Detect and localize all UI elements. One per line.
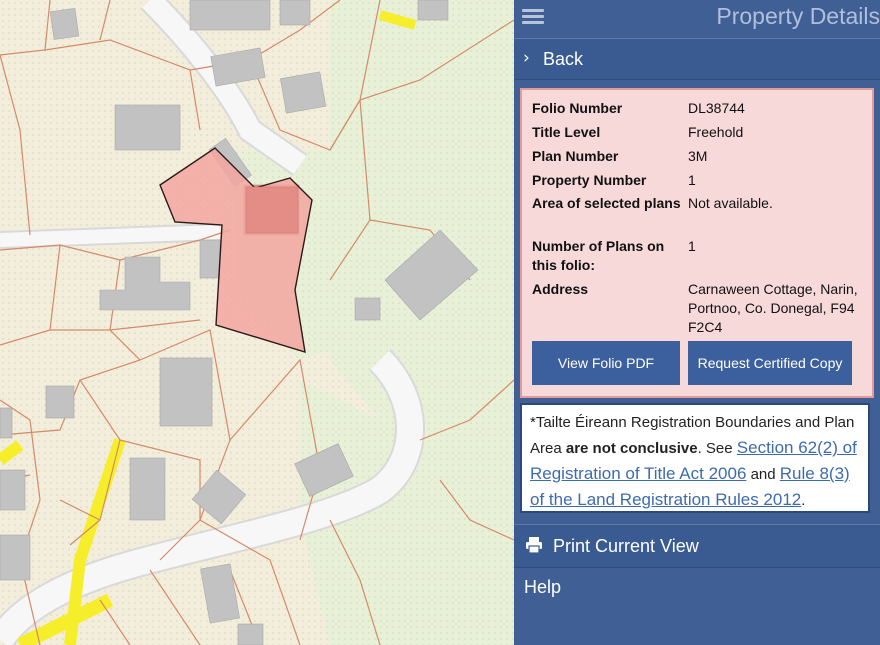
panel-title: Property Details [716,3,880,29]
notice-text-3: and [746,466,780,483]
title-level-label: Title Level [532,124,601,140]
plans-count-value: 1 [688,238,696,254]
map-view[interactable] [0,0,514,645]
plan-number-value: 3M [688,148,708,164]
print-current-view-button[interactable]: Print Current View [514,524,880,568]
notice-bold: are not conclusive [565,440,698,457]
view-folio-pdf-button[interactable]: View Folio PDF [532,341,680,385]
plans-count-label: Number of Plans on this folio: [532,238,665,273]
notice-text-2: . See [697,440,737,457]
selected-building [245,186,299,234]
hamburger-icon[interactable] [522,6,544,26]
map-canvas[interactable] [0,0,514,645]
address-value: Carnaween Cottage, Narin, Portnoo, Co. D… [688,281,858,335]
folio-number-label: Folio Number [532,100,623,116]
panel-header: Property Details [514,0,880,34]
property-number-label: Property Number [532,172,647,188]
folio-number-value: DL38744 [688,100,745,116]
title-level-value: Freehold [688,124,744,140]
back-button[interactable]: › Back [514,38,880,80]
registration-notice: *Tailte Éireann Registration Boundaries … [520,403,870,513]
request-certified-copy-button[interactable]: Request Certified Copy [688,341,852,385]
property-number-value: 1 [688,172,696,188]
property-details-panel: Property Details › Back Folio Number DL3… [514,0,880,645]
back-label: Back [543,49,584,69]
area-value: Not available. [688,195,773,211]
property-details-card: Folio Number DL38744 Title Level Freehol… [520,88,874,398]
notice-text-4: . [801,492,806,509]
print-label: Print Current View [553,536,699,556]
chevron-right-icon: › [523,48,530,68]
plan-number-label: Plan Number [532,148,619,164]
help-button[interactable]: Help [514,568,880,608]
help-label: Help [524,577,562,597]
area-label: Area of selected plans [532,195,681,211]
address-label: Address [532,281,589,297]
printer-icon [526,537,542,554]
